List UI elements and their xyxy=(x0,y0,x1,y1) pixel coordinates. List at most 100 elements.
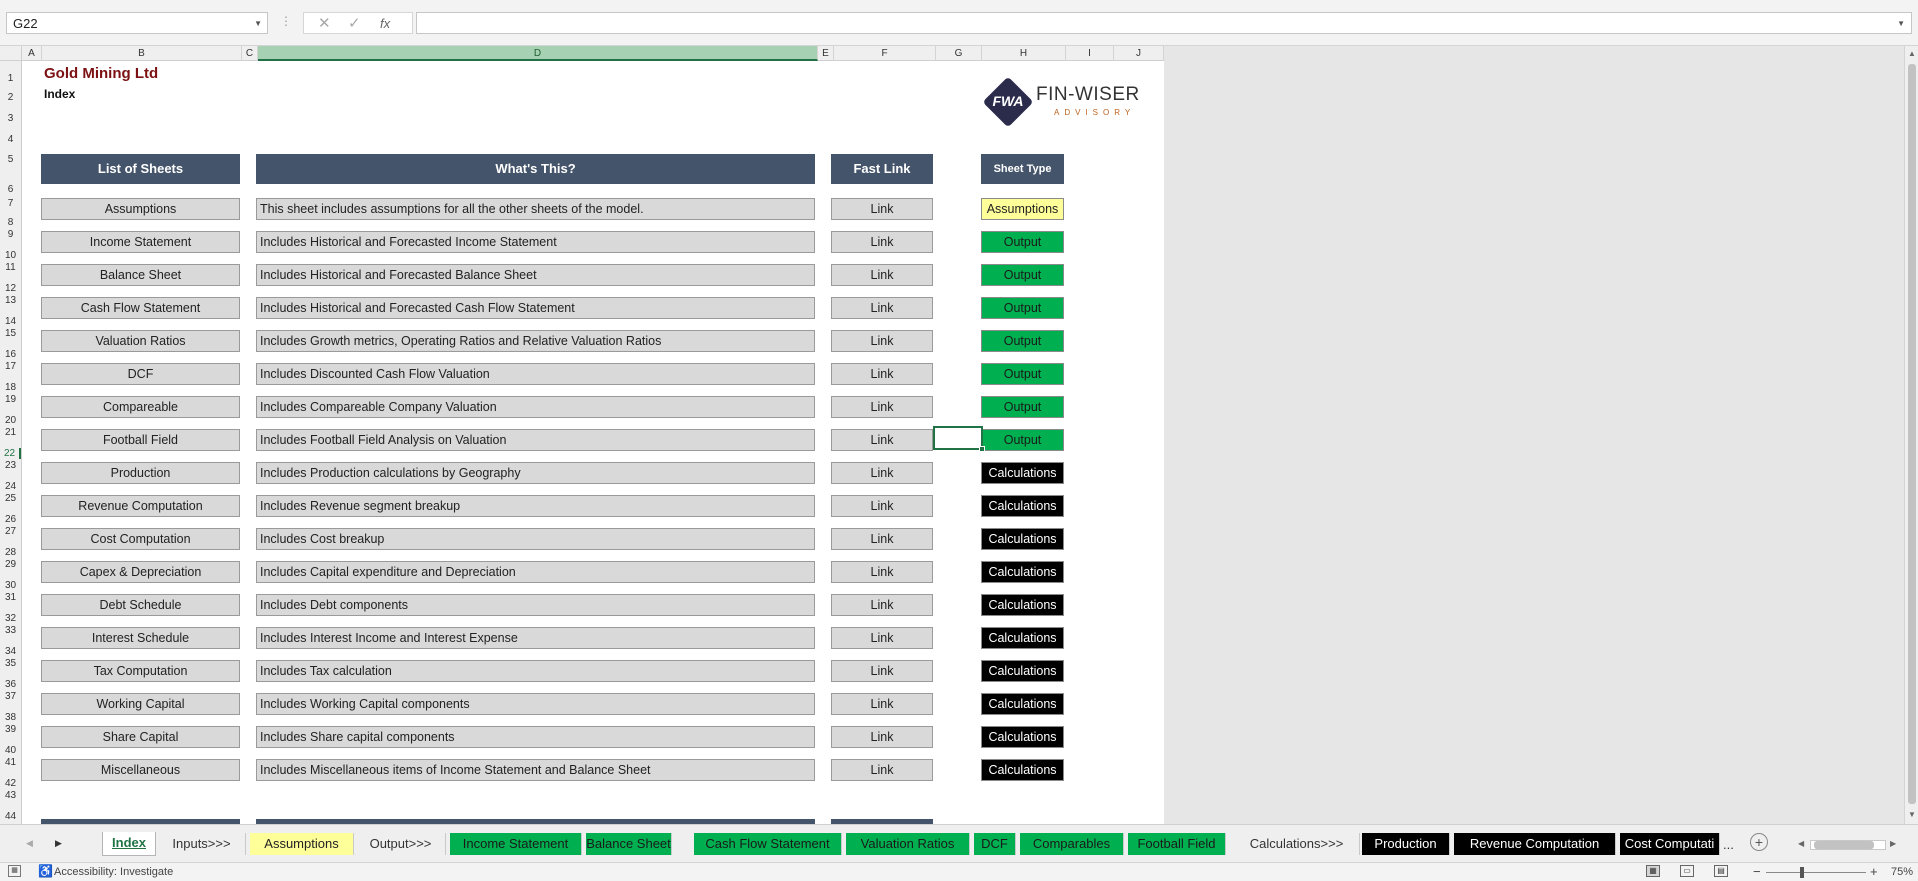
row-header-28[interactable]: 28 xyxy=(0,547,21,558)
row-header-8[interactable]: 8 xyxy=(0,217,21,228)
sheet-type-badge[interactable]: Calculations xyxy=(981,561,1064,583)
chevron-down-icon[interactable]: ▼ xyxy=(254,19,262,28)
column-header-e[interactable]: E xyxy=(818,46,834,61)
sheet-description-cell[interactable]: Includes Football Field Analysis on Valu… xyxy=(256,429,815,451)
fx-icon[interactable]: fx xyxy=(380,16,390,31)
sheet-description-cell[interactable]: Includes Discounted Cash Flow Valuation xyxy=(256,363,815,385)
fast-link[interactable]: Link xyxy=(831,363,933,385)
scroll-up-icon[interactable]: ▲ xyxy=(1908,49,1916,58)
scroll-thumb[interactable] xyxy=(1814,841,1874,849)
fast-link[interactable]: Link xyxy=(831,264,933,286)
row-header-14[interactable]: 14 xyxy=(0,316,21,327)
sheet-tab[interactable]: Valuation Ratios xyxy=(846,833,970,855)
sheet-name-cell[interactable]: Production xyxy=(41,462,240,484)
sheet-type-badge[interactable]: Calculations xyxy=(981,726,1064,748)
row-header-7[interactable]: 7 xyxy=(0,198,21,209)
sheet-tab[interactable]: Calculations>>> xyxy=(1234,833,1360,855)
sheet-name-cell[interactable]: Debt Schedule xyxy=(41,594,240,616)
sheet-tab[interactable]: Output>>> xyxy=(356,833,446,855)
sheet-description-cell[interactable]: Includes Miscellaneous items of Income S… xyxy=(256,759,815,781)
sheet-name-cell[interactable]: Income Statement xyxy=(41,231,240,253)
sheet-description-cell[interactable]: Includes Debt components xyxy=(256,594,815,616)
fast-link[interactable]: Link xyxy=(831,330,933,352)
sheet-tab[interactable]: Comparables xyxy=(1020,833,1124,855)
row-header-4[interactable]: 4 xyxy=(0,134,21,145)
fast-link[interactable]: Link xyxy=(831,528,933,550)
row-header-19[interactable]: 19 xyxy=(0,394,21,405)
fast-link[interactable]: Link xyxy=(831,693,933,715)
sheet-type-badge[interactable]: Calculations xyxy=(981,693,1064,715)
sheet-name-cell[interactable]: Tax Computation xyxy=(41,660,240,682)
vertical-scrollbar[interactable]: ▲ ▼ xyxy=(1904,46,1918,824)
row-header-24[interactable]: 24 xyxy=(0,481,21,492)
fill-handle[interactable] xyxy=(979,446,985,452)
sheet-tab[interactable]: Balance Sheet xyxy=(586,833,672,855)
row-header-5[interactable]: 5 xyxy=(0,154,21,165)
column-header-g[interactable]: G xyxy=(936,46,982,61)
accessibility-icon[interactable]: ♿ xyxy=(38,864,53,878)
row-header-43[interactable]: 43 xyxy=(0,790,21,801)
row-header-9[interactable]: 9 xyxy=(0,229,21,240)
row-header-12[interactable]: 12 xyxy=(0,283,21,294)
sheet-description-cell[interactable]: Includes Working Capital components xyxy=(256,693,815,715)
row-header-10[interactable]: 10 xyxy=(0,250,21,261)
sheet-type-badge[interactable]: Output xyxy=(981,297,1064,319)
zoom-out-button[interactable]: − xyxy=(1753,864,1761,879)
row-header-17[interactable]: 17 xyxy=(0,361,21,372)
sheet-type-badge[interactable]: Output xyxy=(981,363,1064,385)
row-header-26[interactable]: 26 xyxy=(0,514,21,525)
column-header-i[interactable]: I xyxy=(1066,46,1114,61)
sheet-tab[interactable]: Cash Flow Statement xyxy=(694,833,842,855)
row-header-44[interactable]: 44 xyxy=(0,811,21,822)
column-header-h[interactable]: H xyxy=(982,46,1066,61)
sheet-tab[interactable]: Income Statement xyxy=(450,833,582,855)
cancel-icon[interactable]: ✕ xyxy=(318,14,331,32)
tab-scroll-left-icon[interactable]: ◀ xyxy=(26,838,33,849)
row-header-23[interactable]: 23 xyxy=(0,460,21,471)
sheet-name-cell[interactable]: Valuation Ratios xyxy=(41,330,240,352)
horizontal-scrollbar[interactable]: ◀ ▶ xyxy=(1798,838,1898,852)
scroll-left-icon[interactable]: ◀ xyxy=(1798,839,1804,848)
sheet-type-badge[interactable]: Output xyxy=(981,264,1064,286)
sheet-name-cell[interactable]: Balance Sheet xyxy=(41,264,240,286)
sheet-type-badge[interactable]: Calculations xyxy=(981,528,1064,550)
row-header-41[interactable]: 41 xyxy=(0,757,21,768)
sheet-description-cell[interactable]: Includes Tax calculation xyxy=(256,660,815,682)
normal-view-icon[interactable]: ▦ xyxy=(1646,865,1660,877)
worksheet[interactable]: Gold Mining Ltd Index FWA FIN-WISER ADVI… xyxy=(22,61,1164,824)
column-header-d[interactable]: D xyxy=(258,46,818,61)
row-header-33[interactable]: 33 xyxy=(0,625,21,636)
sheet-name-cell[interactable]: Compareable xyxy=(41,396,240,418)
sheet-name-cell[interactable]: DCF xyxy=(41,363,240,385)
sheet-type-badge[interactable]: Calculations xyxy=(981,462,1064,484)
sheet-description-cell[interactable]: Includes Share capital components xyxy=(256,726,815,748)
row-header-31[interactable]: 31 xyxy=(0,592,21,603)
row-header-25[interactable]: 25 xyxy=(0,493,21,504)
sheet-description-cell[interactable]: Includes Production calculations by Geog… xyxy=(256,462,815,484)
sheet-description-cell[interactable]: Includes Cost breakup xyxy=(256,528,815,550)
sheet-description-cell[interactable]: This sheet includes assumptions for all … xyxy=(256,198,815,220)
fast-link[interactable]: Link xyxy=(831,495,933,517)
row-header-27[interactable]: 27 xyxy=(0,526,21,537)
sheet-name-cell[interactable]: Share Capital xyxy=(41,726,240,748)
sheet-tab[interactable]: DCF xyxy=(974,833,1016,855)
column-header-j[interactable]: J xyxy=(1114,46,1164,61)
sheet-type-badge[interactable]: Calculations xyxy=(981,594,1064,616)
fast-link[interactable]: Link xyxy=(831,429,933,451)
sheet-type-badge[interactable]: Output xyxy=(981,429,1064,451)
fast-link[interactable]: Link xyxy=(831,726,933,748)
sheet-type-badge[interactable]: Output xyxy=(981,231,1064,253)
fast-link[interactable]: Link xyxy=(831,660,933,682)
sheet-name-cell[interactable]: Assumptions xyxy=(41,198,240,220)
sheet-tab[interactable]: Index xyxy=(102,832,156,856)
row-header-13[interactable]: 13 xyxy=(0,295,21,306)
sheet-tab[interactable]: Inputs>>> xyxy=(158,833,246,855)
fast-link[interactable]: Link xyxy=(831,231,933,253)
sheet-type-badge[interactable]: Assumptions xyxy=(981,198,1064,220)
zoom-level[interactable]: 75% xyxy=(1891,866,1913,878)
row-header-34[interactable]: 34 xyxy=(0,646,21,657)
zoom-slider[interactable] xyxy=(1766,872,1866,873)
sheet-description-cell[interactable]: Includes Revenue segment breakup xyxy=(256,495,815,517)
sheet-name-cell[interactable]: Revenue Computation xyxy=(41,495,240,517)
fast-link[interactable]: Link xyxy=(831,396,933,418)
